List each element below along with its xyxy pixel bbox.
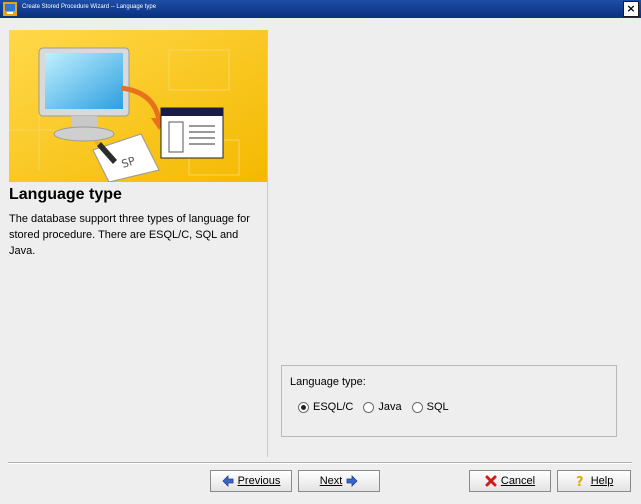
- radio-label-java: Java: [378, 401, 402, 413]
- radio-label-sql: SQL: [426, 401, 449, 413]
- radio-label-esqlc: ESQL/C: [313, 401, 354, 413]
- title-bar: Create Stored Procedure Wizard -- Langua…: [0, 0, 641, 18]
- app-icon: [3, 2, 17, 16]
- previous-arrow-icon: [222, 475, 233, 487]
- radio-sql[interactable]: [411, 401, 423, 413]
- radio-option-java[interactable]: Java: [363, 401, 402, 413]
- svg-text:?: ?: [576, 475, 584, 487]
- previous-label: Previous: [237, 475, 281, 487]
- radio-option-sql[interactable]: SQL: [411, 401, 449, 413]
- next-arrow-icon: [346, 475, 358, 487]
- radio-java[interactable]: [363, 401, 375, 413]
- language-radio-group: ESQL/C Java SQL: [298, 401, 459, 413]
- next-button[interactable]: Next: [298, 470, 380, 492]
- section-description: The database support three types of lang…: [9, 213, 250, 257]
- help-label: Help: [590, 475, 614, 487]
- help-question-icon: ?: [576, 475, 584, 487]
- section-title: Language type: [9, 186, 122, 203]
- next-label: Next: [319, 475, 343, 487]
- close-icon[interactable]: ×: [623, 1, 639, 17]
- cancel-x-icon: [485, 475, 497, 487]
- radio-esqlc[interactable]: [298, 401, 309, 413]
- footer-separator: [8, 462, 632, 464]
- cancel-button[interactable]: Cancel: [469, 470, 551, 492]
- window-title: Create Stored Procedure Wizard -- Langua…: [22, 4, 157, 10]
- radio-option-esqlc[interactable]: ESQL/C: [298, 401, 353, 413]
- help-button[interactable]: ? Help: [557, 470, 631, 492]
- previous-button[interactable]: Previous: [210, 470, 292, 492]
- language-type-label: Language type:: [290, 376, 366, 388]
- wizard-banner-illustration: SP: [9, 30, 267, 182]
- left-panel: SP Language type The database support th…: [9, 30, 268, 457]
- cancel-label: Cancel: [500, 475, 536, 487]
